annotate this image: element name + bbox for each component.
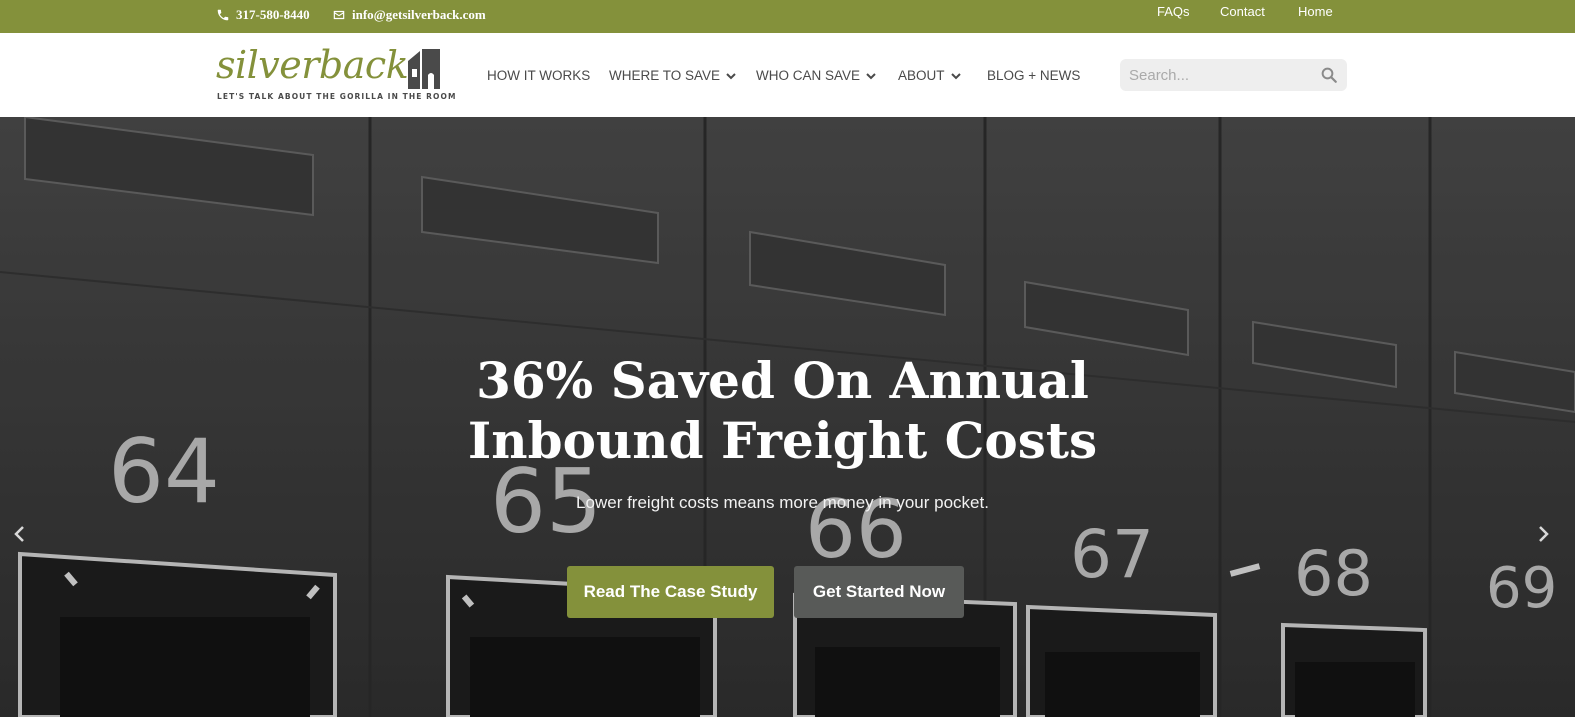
- nav-label: HOW IT WORKS: [487, 68, 591, 83]
- site-logo[interactable]: silverback LET'S TALK ABOUT THE GORILLA …: [216, 43, 455, 107]
- logo-wordmark: silverback: [216, 43, 409, 87]
- phone-link[interactable]: 317-580-8440: [216, 7, 310, 23]
- email-link[interactable]: info@getsilverback.com: [332, 7, 486, 23]
- hero-title: 36% Saved On Annual Inbound Freight Cost…: [380, 351, 1185, 471]
- phone-number: 317-580-8440: [236, 7, 310, 22]
- nav-label: WHERE TO SAVE: [609, 68, 721, 83]
- top-link-home[interactable]: Home: [1298, 4, 1333, 19]
- site-header: silverback LET'S TALK ABOUT THE GORILLA …: [0, 33, 1575, 117]
- get-started-button[interactable]: Get Started Now: [794, 566, 964, 618]
- hero-title-line-2: Inbound Freight Costs: [467, 411, 1098, 470]
- nav-who-can-save[interactable]: WHO CAN SAVE: [756, 68, 876, 83]
- chevron-left-icon[interactable]: [10, 522, 28, 546]
- nav-blog-news[interactable]: BLOG + NEWS: [987, 68, 1080, 83]
- nav-where-to-save[interactable]: WHERE TO SAVE: [609, 68, 736, 83]
- chevron-down-icon: [950, 72, 961, 79]
- chevron-right-icon[interactable]: [1535, 522, 1553, 546]
- envelope-icon: [333, 10, 345, 20]
- nav-label: WHO CAN SAVE: [756, 68, 861, 83]
- search-box: [1120, 59, 1347, 91]
- hero-slider: 64 65 66 67 68 69 36% Saved On Annual In…: [0, 117, 1575, 717]
- nav-about[interactable]: ABOUT: [898, 68, 961, 83]
- email-address: info@getsilverback.com: [352, 7, 486, 22]
- nav-how-it-works[interactable]: HOW IT WORKS: [487, 68, 590, 83]
- hero-subtitle: Lower freight costs means more money in …: [576, 493, 989, 512]
- read-case-study-button[interactable]: Read The Case Study: [567, 566, 774, 618]
- search-input[interactable]: [1129, 65, 1309, 85]
- search-icon[interactable]: [1320, 66, 1338, 84]
- gorilla-logo-icon: [408, 49, 440, 89]
- nav-label: ABOUT: [898, 68, 945, 83]
- hero-title-line-1: 36% Saved On Annual: [476, 351, 1089, 410]
- top-link-faqs[interactable]: FAQs: [1157, 4, 1190, 19]
- nav-label: BLOG + NEWS: [987, 68, 1081, 83]
- logo-tagline: LET'S TALK ABOUT THE GORILLA IN THE ROOM: [217, 92, 457, 101]
- phone-icon: [217, 9, 229, 21]
- top-link-contact[interactable]: Contact: [1220, 4, 1265, 19]
- chevron-down-icon: [726, 72, 736, 79]
- top-utility-bar: 317-580-8440 info@getsilverback.com FAQs…: [0, 0, 1575, 33]
- chevron-down-icon: [866, 72, 876, 79]
